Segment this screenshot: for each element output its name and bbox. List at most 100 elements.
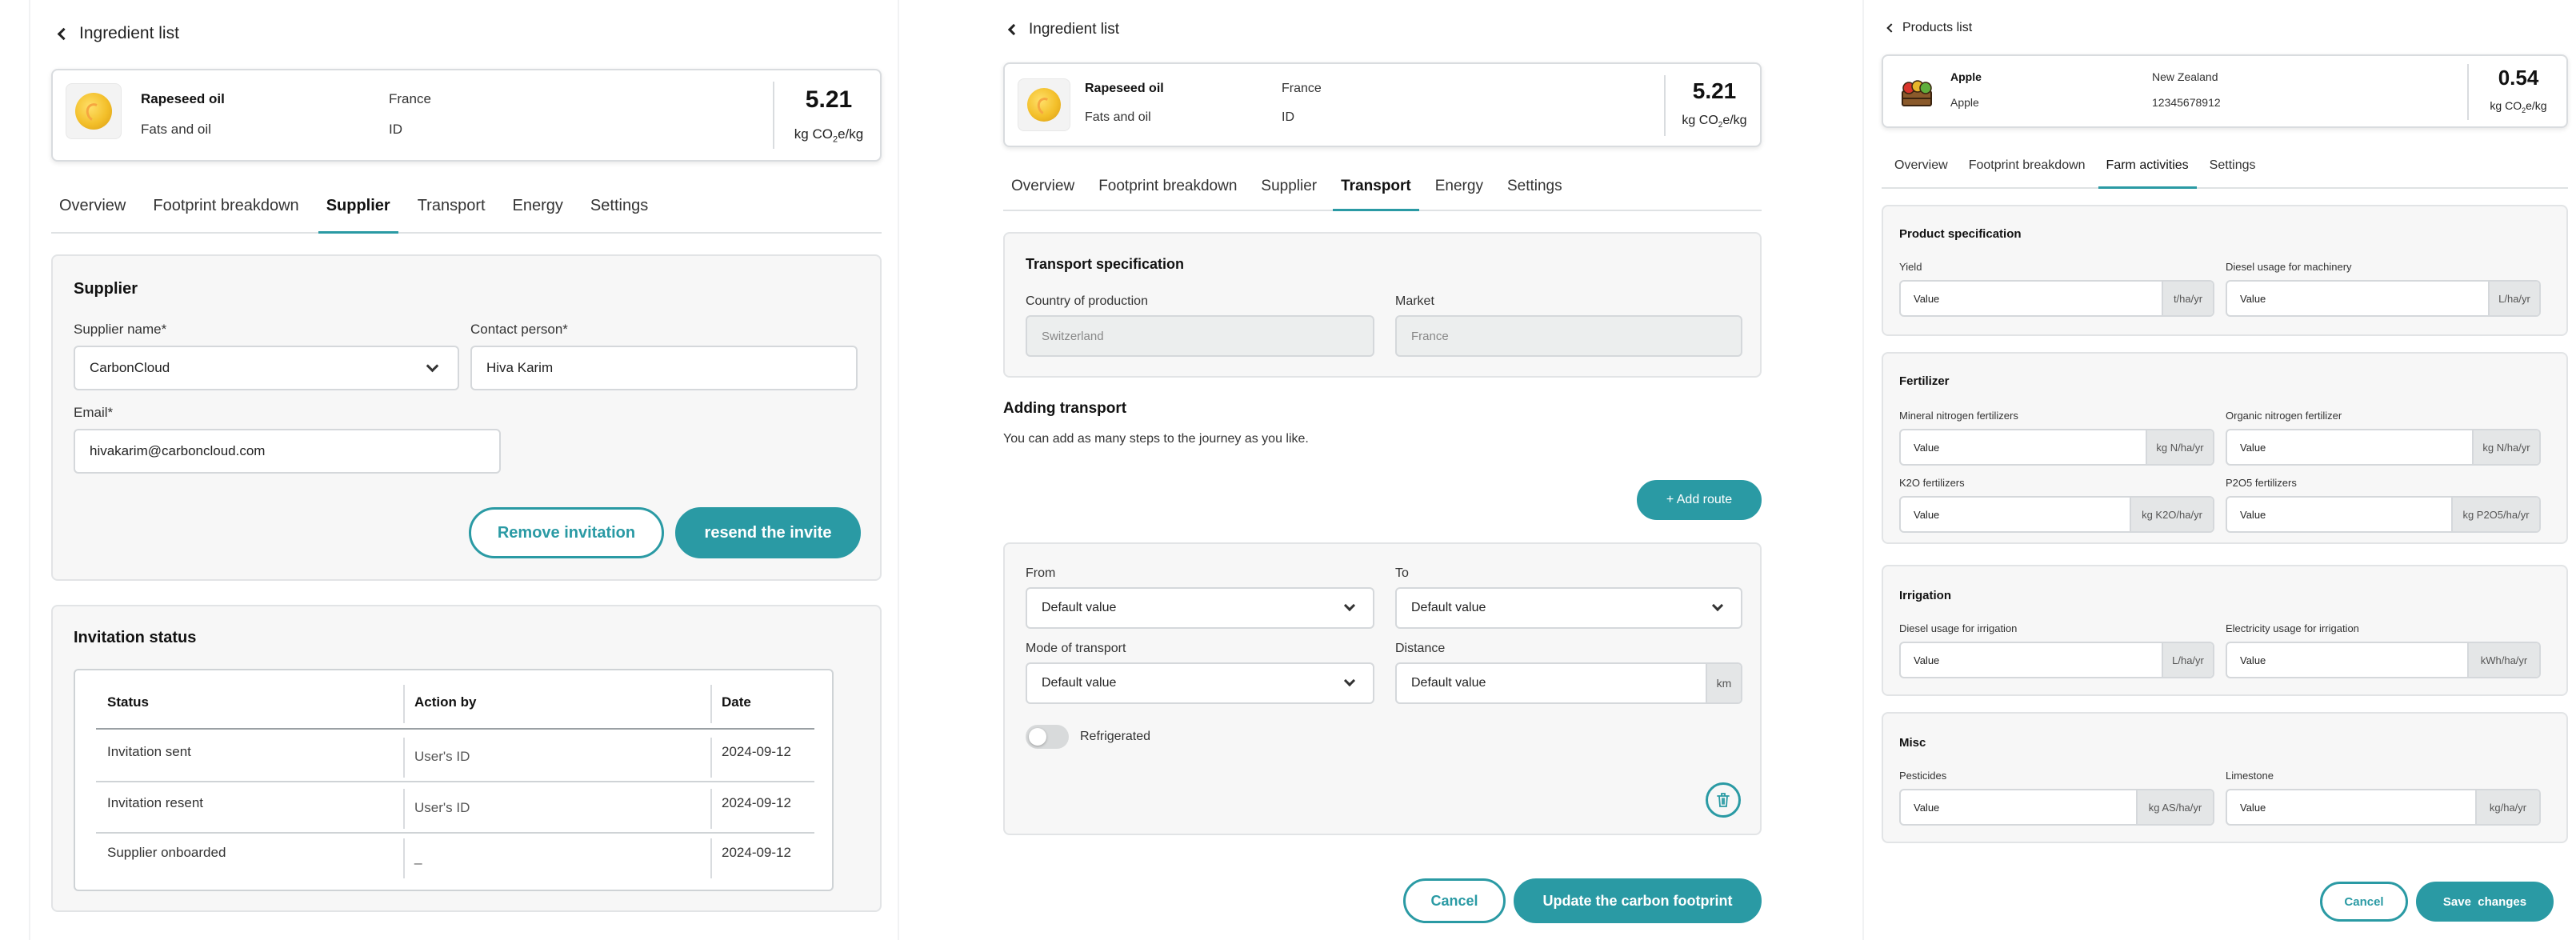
contact-person-input[interactable]: Hiva Karim [470,346,858,390]
transport-panel: Ingredient list Rapeseed oil Fats and oi… [899,0,1862,940]
cancel-button[interactable]: Cancel [2320,882,2408,922]
column-separator [710,789,712,829]
yield-input[interactable]: Value t/ha/yr [1899,280,2214,317]
diesel-irrigation-input[interactable]: Value L/ha/yr [1899,642,2214,678]
email-label: Email* [74,405,114,420]
footprint-value: 5.21 [1692,78,1737,103]
tab-footprint-breakdown[interactable]: Footprint breakdown [153,197,298,232]
product-category: Fats and oil [1085,110,1151,124]
tab-supplier[interactable]: Supplier [318,197,398,234]
limestone-label: Limestone [2226,770,2274,782]
electricity-irrigation-input[interactable]: Value kWh/ha/yr [2226,642,2541,678]
organic-nitrogen-value: Value [2240,441,2266,454]
mineral-nitrogen-value: Value [1914,441,1940,454]
tab-energy[interactable]: Energy [1435,178,1483,210]
mode-of-transport-select[interactable]: Default value [1026,662,1374,704]
mineral-nitrogen-input[interactable]: Value kg N/ha/yr [1899,429,2214,466]
column-separator [403,685,405,723]
mode-label: Mode of transport [1026,642,1126,655]
apple-crate-icon [1902,80,1932,106]
supplier-name-select[interactable]: CarbonCloud [74,346,459,390]
refrigerated-toggle[interactable] [1026,725,1069,749]
tab-transport[interactable]: Transport [418,197,486,232]
product-category: Apple [1950,96,1979,109]
header-date: Date [722,694,751,710]
tab-overview[interactable]: Overview [1011,178,1074,210]
to-value: Default value [1411,601,1486,614]
action-by-cell: User's ID [414,749,470,764]
product-id-label: ID [389,122,402,137]
footprint-unit: kg CO2e/kg [2490,99,2547,114]
country-value: Switzerland [1042,329,1104,343]
back-link[interactable]: Ingredient list [57,24,179,43]
column-separator [710,838,712,878]
product-country: France [1282,82,1322,95]
date-cell: 2024-09-12 [722,744,791,759]
market-value: France [1411,329,1449,343]
tab-settings[interactable]: Settings [2210,158,2256,187]
add-route-button[interactable]: + Add route [1637,480,1762,520]
header-rule [96,728,814,730]
diesel-machinery-value: Value [2240,292,2266,305]
row-rule [96,832,814,834]
diesel-irrigation-label: Diesel usage for irrigation [1899,622,2018,634]
tab-energy[interactable]: Energy [513,197,563,232]
tab-overview[interactable]: Overview [59,197,126,232]
pesticides-input[interactable]: Value kg AS/ha/yr [1899,789,2214,826]
farm-activities-panel: Products list Apple Apple New Zealand 12… [1864,0,2576,940]
tab-settings[interactable]: Settings [590,197,648,232]
mode-value: Default value [1042,676,1117,690]
product-header-card: Rapeseed oil Fats and oil France ID 5.21… [1003,62,1762,147]
remove-invitation-button[interactable]: Remove invitation [469,507,664,558]
yield-unit: t/ha/yr [2162,282,2213,315]
update-footprint-button[interactable]: Update the carbon footprint [1514,878,1762,923]
supplier-name-label: Supplier name* [74,322,167,337]
resend-invite-button[interactable]: resend the invite [675,507,861,558]
pesticides-label: Pesticides [1899,770,1947,782]
back-link[interactable]: Ingredient list [1007,21,1119,38]
diesel-machinery-input[interactable]: Value L/ha/yr [2226,280,2541,317]
supplier-name-value: CarbonCloud [90,360,170,375]
back-link[interactable]: Products list [1886,21,1972,35]
chevron-down-icon [426,359,439,373]
organic-nitrogen-input[interactable]: Value kg N/ha/yr [2226,429,2541,466]
distance-input[interactable]: Default value km [1395,662,1742,704]
invitation-status-section: Invitation status Status Action by Date … [51,605,882,912]
tab-settings[interactable]: Settings [1507,178,1562,210]
chevron-down-icon [1343,674,1356,687]
product-thumbnail [1893,67,1941,115]
k2o-input[interactable]: Value kg K2O/ha/yr [1899,496,2214,533]
row-rule [96,781,814,782]
section-title: Irrigation [1899,589,1952,602]
tab-farm-activities[interactable]: Farm activities [2098,158,2197,189]
tab-overview[interactable]: Overview [1894,158,1948,187]
section-title: Supplier [74,280,138,298]
tab-footprint-breakdown[interactable]: Footprint breakdown [1098,178,1237,210]
chevron-left-icon [1007,23,1020,36]
limestone-input[interactable]: Value kg/ha/yr [2226,789,2541,826]
limestone-value: Value [2240,801,2266,814]
email-field[interactable]: hivakarim@carboncloud.com [74,429,501,474]
toggle-knob [1029,728,1046,746]
header-separator [2467,64,2469,120]
product-name: Rapeseed oil [1085,82,1164,95]
to-select[interactable]: Default value [1395,587,1742,629]
save-changes-button[interactable]: Save changes [2416,882,2554,922]
oil-drop-icon [75,93,112,130]
from-select[interactable]: Default value [1026,587,1374,629]
product-name: Rapeseed oil [141,91,225,106]
p2o5-unit: kg P2O5/ha/yr [2451,498,2539,531]
p2o5-input[interactable]: Value kg P2O5/ha/yr [2226,496,2541,533]
column-separator [710,685,712,723]
tab-bar: Overview Footprint breakdown Supplier Tr… [51,197,882,234]
distance-label: Distance [1395,642,1446,655]
cancel-button[interactable]: Cancel [1403,878,1506,923]
tab-bar: Overview Footprint breakdown Farm activi… [1882,158,2568,189]
transport-spec-section: Transport specification Country of produ… [1003,232,1762,378]
tab-footprint-breakdown[interactable]: Footprint breakdown [1969,158,2086,187]
header-separator [773,82,774,149]
tab-supplier[interactable]: Supplier [1261,178,1317,210]
tab-transport[interactable]: Transport [1333,178,1419,211]
delete-route-button[interactable] [1706,782,1741,818]
p2o5-value: Value [2240,508,2266,521]
